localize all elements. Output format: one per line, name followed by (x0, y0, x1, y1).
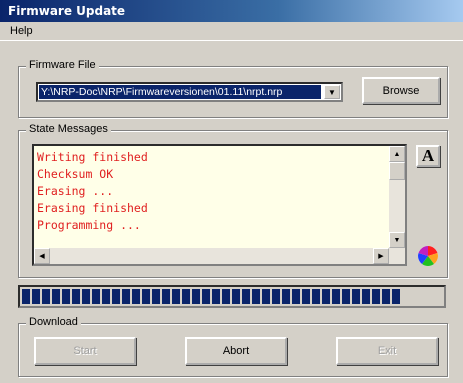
color-wheel-icon[interactable] (417, 245, 439, 267)
progress-bar (18, 285, 446, 308)
progress-segment (322, 289, 330, 304)
progress-segment (382, 289, 390, 304)
abort-button-label: Abort (222, 345, 250, 357)
vertical-scroll-thumb[interactable] (389, 162, 405, 180)
progress-segment (312, 289, 320, 304)
scroll-up-icon[interactable]: ▲ (389, 146, 405, 162)
scroll-left-icon[interactable]: ◀ (34, 248, 50, 264)
progress-segment (82, 289, 90, 304)
progress-segment (332, 289, 340, 304)
progress-segment (272, 289, 280, 304)
progress-segment (102, 289, 110, 304)
firmware-file-legend: Firmware File (26, 59, 99, 71)
menu-help[interactable]: Help (10, 25, 33, 37)
progress-segment (302, 289, 310, 304)
progress-segment (292, 289, 300, 304)
progress-segment (122, 289, 130, 304)
progress-segment (362, 289, 370, 304)
abort-button[interactable]: Abort (185, 337, 287, 365)
firmware-update-window: Firmware Update Help Firmware File Y:\NR… (0, 0, 463, 383)
start-button[interactable]: Start (34, 337, 136, 365)
menu-bar: Help (0, 22, 463, 41)
progress-segment (42, 289, 50, 304)
window-title: Firmware Update (8, 4, 126, 18)
progress-segment (282, 289, 290, 304)
progress-segment (162, 289, 170, 304)
scroll-right-icon[interactable]: ▶ (373, 248, 389, 264)
progress-segment (242, 289, 250, 304)
progress-segment (142, 289, 150, 304)
progress-segment (92, 289, 100, 304)
progress-segment (232, 289, 240, 304)
log-lines: Writing finished Checksum OK Erasing ...… (37, 149, 148, 234)
progress-segment (262, 289, 270, 304)
progress-segment (32, 289, 40, 304)
start-button-label: Start (73, 345, 97, 357)
progress-segment (252, 289, 260, 304)
progress-segment (372, 289, 380, 304)
exit-button-label: Exit (377, 345, 397, 357)
progress-segment (212, 289, 220, 304)
progress-segment (192, 289, 200, 304)
browse-button[interactable]: Browse (362, 77, 440, 104)
progress-segment (22, 289, 30, 304)
log-line: Writing finished (37, 150, 148, 164)
log-horizontal-scrollbar[interactable]: ◀ ▶ (34, 248, 389, 264)
scroll-down-icon[interactable]: ▼ (389, 232, 405, 248)
log-vertical-scrollbar[interactable]: ▲ ▼ (389, 146, 405, 264)
progress-segment (202, 289, 210, 304)
progress-segment (72, 289, 80, 304)
progress-segment (182, 289, 190, 304)
font-icon: A (421, 146, 435, 165)
progress-segment (222, 289, 230, 304)
log-line: Erasing finished (37, 201, 148, 215)
firmware-path-value: Y:\NRP-Doc\NRP\Firmwareversionen\01.11\n… (39, 85, 321, 99)
progress-segment (132, 289, 140, 304)
download-legend: Download (26, 316, 81, 328)
progress-segment (342, 289, 350, 304)
state-messages-log[interactable]: Writing finished Checksum OK Erasing ...… (32, 144, 407, 266)
progress-segment (62, 289, 70, 304)
progress-segment (52, 289, 60, 304)
browse-button-label: Browse (382, 84, 420, 97)
font-button[interactable]: A (416, 145, 440, 167)
log-line: Programming ... (37, 218, 141, 232)
firmware-path-select[interactable]: Y:\NRP-Doc\NRP\Firmwareversionen\01.11\n… (36, 82, 343, 102)
exit-button[interactable]: Exit (336, 337, 438, 365)
chevron-down-icon[interactable]: ▼ (324, 85, 340, 99)
state-messages-legend: State Messages (26, 123, 111, 135)
progress-segment (112, 289, 120, 304)
log-line: Erasing ... (37, 184, 114, 198)
progress-segment (172, 289, 180, 304)
progress-segment (352, 289, 360, 304)
progress-segment (392, 289, 400, 304)
progress-segment (152, 289, 160, 304)
title-bar: Firmware Update (0, 0, 463, 22)
log-line: Checksum OK (37, 167, 114, 181)
